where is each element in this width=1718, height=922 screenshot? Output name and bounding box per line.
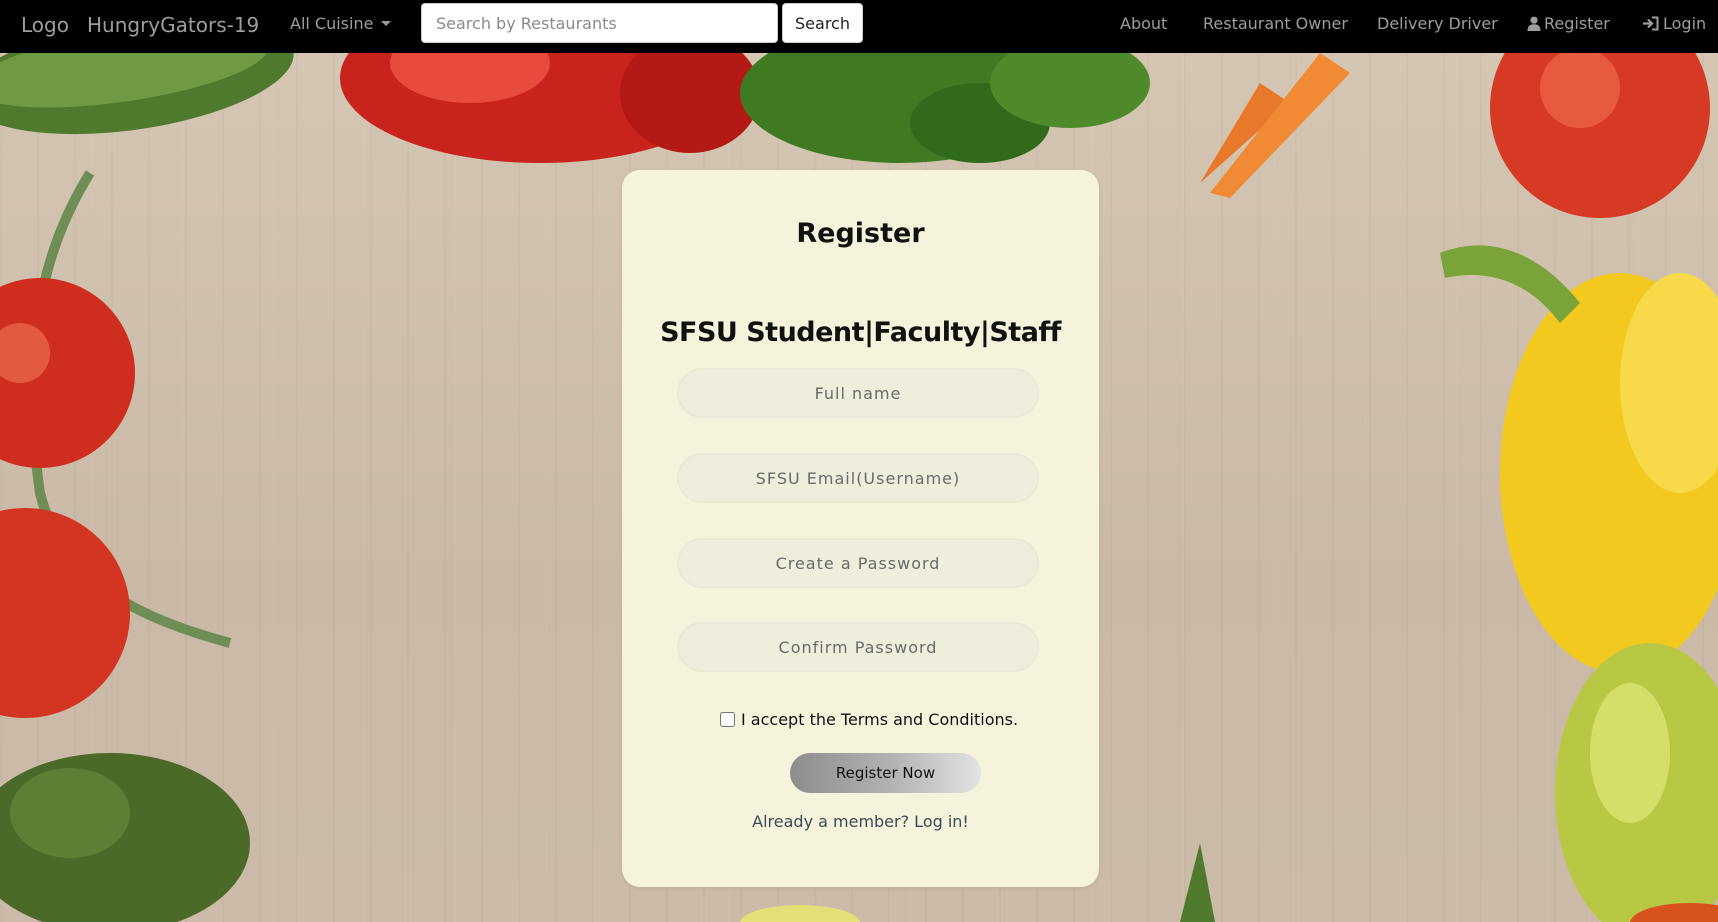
nav-about-link[interactable]: About [1120, 14, 1167, 33]
register-now-button[interactable]: Register Now [790, 753, 981, 793]
register-card: Register SFSU Student|Faculty|Staff I ac… [622, 170, 1099, 887]
cuisine-dropdown[interactable]: All Cuisine [290, 14, 392, 33]
nav-delivery-driver-link[interactable]: Delivery Driver [1377, 14, 1498, 33]
nav-login-label: Login [1663, 14, 1707, 33]
search-input[interactable] [421, 3, 778, 43]
register-title: Register [796, 218, 925, 249]
terms-row: I accept the Terms and Conditions. [720, 710, 1018, 729]
email-field[interactable] [677, 453, 1039, 503]
nav-register-link[interactable]: Register [1527, 14, 1610, 33]
confirm-password-field[interactable] [677, 622, 1039, 672]
nav-restaurant-owner-link[interactable]: Restaurant Owner [1203, 14, 1348, 33]
logo-link[interactable]: Logo [21, 13, 69, 37]
navbar: Logo HungryGators-19 All Cuisine Search … [0, 0, 1718, 53]
caret-down-icon [381, 21, 392, 26]
cuisine-dropdown-label: All Cuisine [290, 14, 374, 33]
full-name-field[interactable] [677, 368, 1039, 418]
nav-register-label: Register [1544, 14, 1610, 33]
nav-login-link[interactable]: Login [1642, 14, 1706, 33]
user-icon [1527, 16, 1541, 31]
password-field[interactable] [677, 538, 1039, 588]
terms-checkbox[interactable] [720, 712, 735, 727]
terms-label: I accept the Terms and Conditions. [741, 710, 1019, 729]
vegetable-background: Register SFSU Student|Faculty|Staff I ac… [0, 53, 1718, 922]
register-subtitle: SFSU Student|Faculty|Staff [660, 317, 1061, 348]
sign-in-icon [1643, 16, 1659, 31]
search-button[interactable]: Search [782, 3, 863, 43]
login-link[interactable]: Already a member? Log in! [622, 812, 1099, 831]
brand-link[interactable]: HungryGators-19 [87, 13, 259, 37]
